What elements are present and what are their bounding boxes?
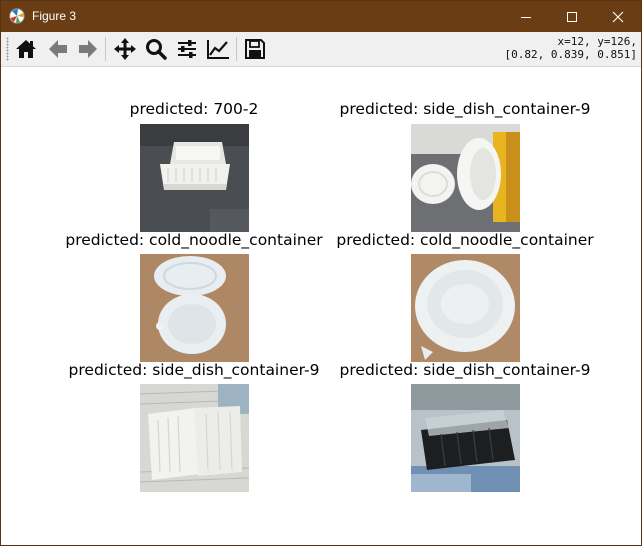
line-chart-icon (207, 40, 229, 59)
figure-canvas[interactable]: predicted: 700-2 predicted: side_dish_co… (1, 67, 641, 545)
home-button[interactable] (13, 36, 39, 62)
panel-3-caption: predicted: cold_noodle_container (65, 231, 323, 249)
arrow-left-icon (49, 40, 67, 58)
panel-6-caption: predicted: side_dish_container-9 (339, 361, 591, 379)
home-icon (16, 40, 36, 58)
edit-axis-button[interactable] (205, 36, 231, 62)
close-button[interactable] (595, 1, 641, 32)
panel-2-image (411, 124, 520, 232)
panel-4-image (411, 254, 520, 362)
toolbar-grip[interactable] (6, 37, 9, 61)
toolbar-separator (236, 37, 237, 61)
coords-line-1: x=12, y=126, (557, 35, 637, 48)
move-icon (114, 38, 136, 60)
panel-5-image (140, 384, 249, 492)
panel-2-caption: predicted: side_dish_container-9 (339, 100, 591, 118)
maximize-icon (567, 11, 577, 22)
save-button[interactable] (242, 36, 268, 62)
minimize-button[interactable] (503, 1, 549, 32)
forward-button[interactable] (75, 36, 101, 62)
zoom-button[interactable] (143, 36, 169, 62)
window-title: Figure 3 (32, 9, 77, 23)
panel-6-image (411, 384, 520, 492)
arrow-right-icon (79, 40, 97, 58)
panel-5-caption: predicted: side_dish_container-9 (68, 361, 320, 379)
matplotlib-logo-icon (9, 8, 25, 24)
floppy-disk-icon (245, 39, 265, 59)
maximize-button[interactable] (549, 1, 595, 32)
navigation-toolbar: x=12, y=126, [0.82, 0.839, 0.851] (1, 32, 641, 67)
pan-button[interactable] (112, 36, 138, 62)
configure-subplots-button[interactable] (174, 36, 200, 62)
panel-3-image (140, 254, 249, 362)
cursor-coordinates: x=12, y=126, [0.82, 0.839, 0.851] (505, 35, 637, 61)
coords-line-2: [0.82, 0.839, 0.851] (504, 48, 637, 61)
minimize-icon (521, 16, 531, 18)
panel-1-image (140, 124, 249, 232)
sliders-icon (178, 40, 196, 58)
back-button[interactable] (45, 36, 71, 62)
figure-window: Figure 3 x=12, y=126, [0.82, 0.839, 0.85… (0, 0, 642, 546)
toolbar-separator (105, 37, 106, 61)
close-icon (612, 11, 624, 22)
panel-1-caption: predicted: 700-2 (129, 100, 259, 118)
title-bar: Figure 3 (1, 1, 641, 32)
magnifier-icon (146, 39, 167, 60)
panel-4-caption: predicted: cold_noodle_container (336, 231, 594, 249)
